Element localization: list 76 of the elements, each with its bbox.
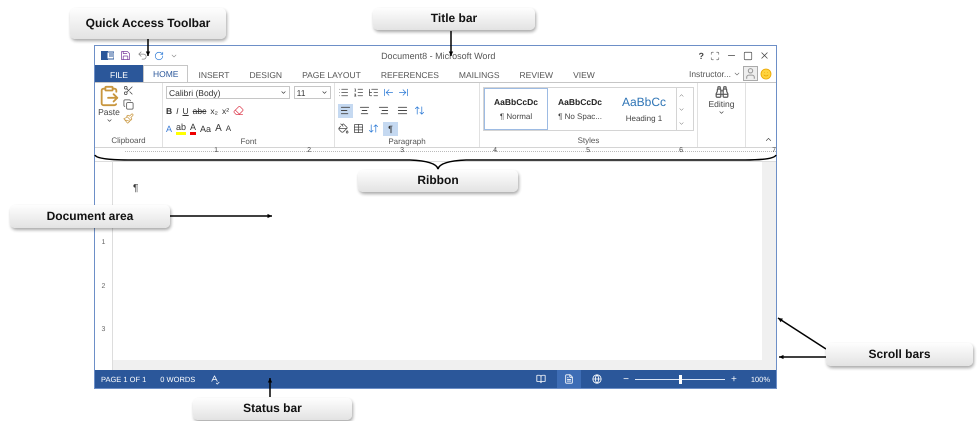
shading-icon[interactable]	[338, 123, 349, 134]
paste-button[interactable]: Paste	[98, 85, 120, 135]
scroll-up-icon[interactable]	[678, 92, 685, 98]
numbering-icon[interactable]	[353, 87, 364, 98]
style-item[interactable]: AaBbCcDc ¶ No Spac...	[548, 88, 612, 130]
sort-icon[interactable]	[368, 123, 379, 134]
horizontal-scrollbar[interactable]	[113, 360, 762, 370]
format-button[interactable]: x₂	[210, 106, 218, 116]
format-button[interactable]: B	[166, 106, 172, 116]
dropdown-icon[interactable]	[280, 89, 287, 96]
dropdown-icon[interactable]	[106, 117, 112, 124]
decrease-indent-icon[interactable]	[383, 87, 394, 98]
line-spacing-icon[interactable]	[414, 105, 425, 116]
help-button[interactable]: ?	[698, 50, 704, 60]
font-size-field[interactable]: 11	[294, 86, 331, 99]
callout-label: Scroll bars	[826, 343, 973, 366]
group-label: Font	[239, 136, 258, 148]
font-effect-button[interactable]: A	[226, 124, 232, 133]
ribbon-tab[interactable]: HOME	[142, 65, 188, 83]
callout-label: Status bar	[193, 398, 352, 420]
format-button[interactable]: U	[182, 106, 189, 116]
redo-icon[interactable]	[154, 50, 164, 60]
dropdown-icon[interactable]	[321, 89, 328, 96]
zoom-in-button[interactable]: +	[730, 374, 737, 384]
binoculars-icon[interactable]	[714, 85, 728, 99]
callout-label: Ribbon	[358, 170, 518, 192]
zoom-out-button[interactable]: −	[623, 374, 629, 384]
more-styles-icon[interactable]	[678, 120, 685, 126]
font-effect-button[interactable]: A	[166, 124, 172, 134]
callout-label: Quick Access Toolbar	[70, 8, 226, 39]
format-button[interactable]: x²	[222, 106, 230, 116]
window-title: Document8 - Microsoft Word	[380, 50, 496, 60]
align-left-icon[interactable]	[338, 104, 353, 118]
copy-icon[interactable]	[123, 99, 134, 110]
callout-arrow	[778, 317, 826, 350]
style-item[interactable]: AaBbCcDc ¶ Normal	[484, 88, 548, 130]
proofing-icon[interactable]	[209, 374, 220, 384]
group-label: Paragraph	[387, 136, 427, 147]
font-effect-button[interactable]: A	[190, 122, 196, 135]
show-marks-button[interactable]: ¶	[383, 122, 398, 136]
font-effect-button[interactable]: Aa	[200, 124, 212, 134]
multilevel-list-icon[interactable]	[368, 87, 379, 98]
style-item[interactable]: AaBbCc Heading 1	[612, 88, 676, 130]
maximize-icon[interactable]	[743, 50, 753, 60]
collapse-ribbon-icon[interactable]	[764, 135, 773, 144]
callout-arrow	[146, 39, 150, 56]
print-layout-icon[interactable]	[557, 370, 582, 388]
group-label: Clipboard	[110, 135, 147, 147]
save-icon[interactable]	[120, 50, 131, 61]
format-button[interactable]: abc	[192, 106, 206, 116]
word-logo-icon[interactable]	[101, 50, 114, 61]
account-name[interactable]: Instructor...	[688, 68, 731, 78]
ribbon-display-icon[interactable]	[710, 50, 720, 60]
editing-button[interactable]: Editing	[701, 85, 742, 116]
dropdown-icon[interactable]	[718, 109, 725, 116]
group-label: Styles	[576, 135, 600, 147]
font-effect-button[interactable]: ab	[176, 122, 186, 135]
borders-icon[interactable]	[353, 123, 364, 134]
clipboard-icon[interactable]	[98, 85, 120, 107]
undo-icon[interactable]	[137, 50, 148, 61]
close-icon[interactable]	[759, 50, 770, 61]
clear-formatting-icon[interactable]	[233, 105, 244, 116]
zoom-thumb[interactable]	[678, 374, 682, 384]
callout-label: Document area	[10, 205, 170, 228]
cut-icon[interactable]	[123, 85, 134, 96]
ribbon-tab[interactable]: FILE	[95, 65, 143, 83]
callout-arrow	[779, 354, 826, 360]
format-button[interactable]: I	[176, 106, 179, 116]
scroll-down-icon[interactable]	[678, 106, 685, 112]
callout-arrow	[268, 378, 272, 397]
paragraph-mark: ¶	[133, 183, 138, 194]
vertical-scrollbar[interactable]	[762, 162, 776, 370]
increase-indent-icon[interactable]	[398, 87, 409, 98]
font-effect-button[interactable]: A	[215, 123, 222, 134]
font-name-field[interactable]: Calibri (Body)	[166, 86, 290, 99]
callout-label: Title bar	[373, 8, 535, 30]
